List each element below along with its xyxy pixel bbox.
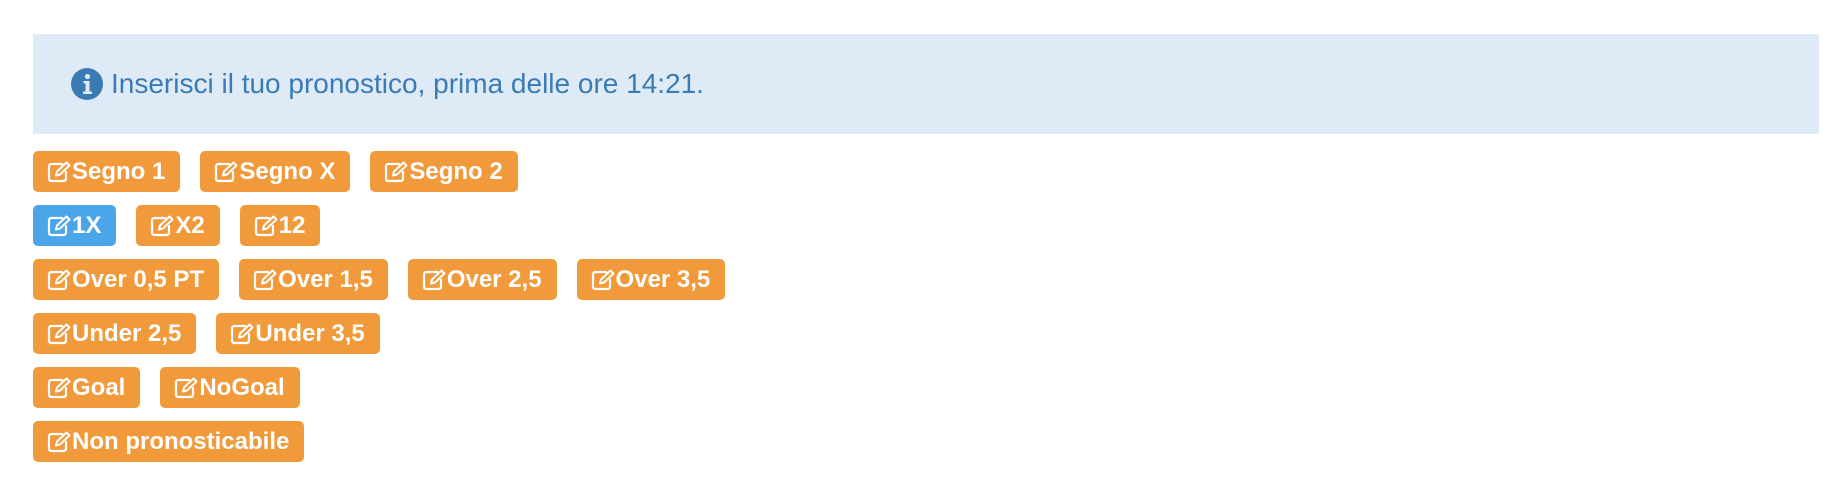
prediction-button-under-3-5[interactable]: Under 3,5 bbox=[216, 313, 380, 354]
edit-icon bbox=[47, 431, 71, 452]
prediction-button-over-2-5[interactable]: Over 2,5 bbox=[407, 259, 557, 300]
button-row: Non pronosticabile bbox=[33, 421, 1819, 462]
edit-icon bbox=[385, 161, 408, 182]
prediction-button-label: 1X bbox=[72, 211, 102, 239]
prediction-button-non-pronosticabile[interactable]: Non pronosticabile bbox=[33, 421, 305, 462]
edit-icon bbox=[215, 161, 238, 182]
edit-icon bbox=[175, 377, 198, 398]
prediction-button-label: Over 3,5 bbox=[615, 265, 711, 293]
prediction-button-label: NoGoal bbox=[199, 373, 285, 401]
prediction-button-label: Under 3,5 bbox=[255, 319, 365, 347]
edit-icon bbox=[151, 215, 174, 236]
edit-icon bbox=[47, 269, 71, 290]
edit-icon bbox=[47, 161, 71, 182]
prediction-button-1x[interactable]: 1X bbox=[33, 205, 117, 246]
prediction-button-label: Segno 2 bbox=[409, 157, 503, 185]
alert-text: Inserisci il tuo pronostico, prima delle… bbox=[111, 68, 704, 99]
prediction-button-label: Over 1,5 bbox=[278, 265, 373, 293]
info-circle-icon bbox=[71, 68, 103, 100]
prediction-button-label: Segno X bbox=[239, 157, 336, 185]
edit-icon bbox=[254, 215, 278, 236]
edit-icon bbox=[422, 269, 446, 290]
edit-icon bbox=[253, 269, 277, 290]
prediction-button-goal[interactable]: Goal bbox=[33, 367, 141, 408]
prediction-button-over-1-5[interactable]: Over 1,5 bbox=[239, 259, 388, 300]
prediction-button-segno-2[interactable]: Segno 2 bbox=[370, 151, 518, 192]
edit-icon bbox=[591, 269, 615, 290]
button-row: Goal NoGoal bbox=[33, 367, 1819, 408]
button-row: Under 2,5 Under 3,5 bbox=[33, 313, 1819, 354]
prediction-button-label: Over 2,5 bbox=[446, 265, 542, 293]
prediction-button-nogoal[interactable]: NoGoal bbox=[160, 367, 300, 408]
button-row: Over 0,5 PT Over 1,5 Over 2,5 Over 3,5 bbox=[33, 259, 1819, 300]
edit-icon bbox=[47, 215, 71, 236]
prediction-button-segno-x[interactable]: Segno X bbox=[200, 151, 351, 192]
edit-icon bbox=[47, 377, 71, 398]
edit-icon bbox=[47, 323, 71, 344]
prediction-button-over-0-5-pt[interactable]: Over 0,5 PT bbox=[33, 259, 220, 300]
prediction-button-under-2-5[interactable]: Under 2,5 bbox=[33, 313, 197, 354]
prediction-button-label: Under 2,5 bbox=[72, 319, 182, 347]
prediction-button-segno-1[interactable]: Segno 1 bbox=[33, 151, 181, 192]
edit-icon bbox=[231, 323, 254, 344]
prediction-button-label: X2 bbox=[175, 211, 205, 239]
prediction-button-label: Over 0,5 PT bbox=[72, 265, 205, 293]
prediction-options: Segno 1 Segno X Segno 2 1X X2 12 Over 0,5 PT Ov… bbox=[33, 151, 1819, 462]
info-alert: Inserisci il tuo pronostico, prima delle… bbox=[33, 34, 1819, 134]
prediction-button-label: 12 bbox=[278, 211, 306, 239]
prediction-button-label: Segno 1 bbox=[72, 157, 166, 185]
prediction-button-x2[interactable]: X2 bbox=[136, 205, 220, 246]
prediction-button-label: Non pronosticabile bbox=[72, 427, 290, 455]
prediction-panel: Inserisci il tuo pronostico, prima delle… bbox=[33, 34, 1819, 475]
button-row: 1X X2 12 bbox=[33, 205, 1819, 246]
prediction-button-12[interactable]: 12 bbox=[239, 205, 321, 246]
prediction-button-over-3-5[interactable]: Over 3,5 bbox=[576, 259, 726, 300]
button-row: Segno 1 Segno X Segno 2 bbox=[33, 151, 1819, 192]
prediction-button-label: Goal bbox=[72, 373, 126, 401]
